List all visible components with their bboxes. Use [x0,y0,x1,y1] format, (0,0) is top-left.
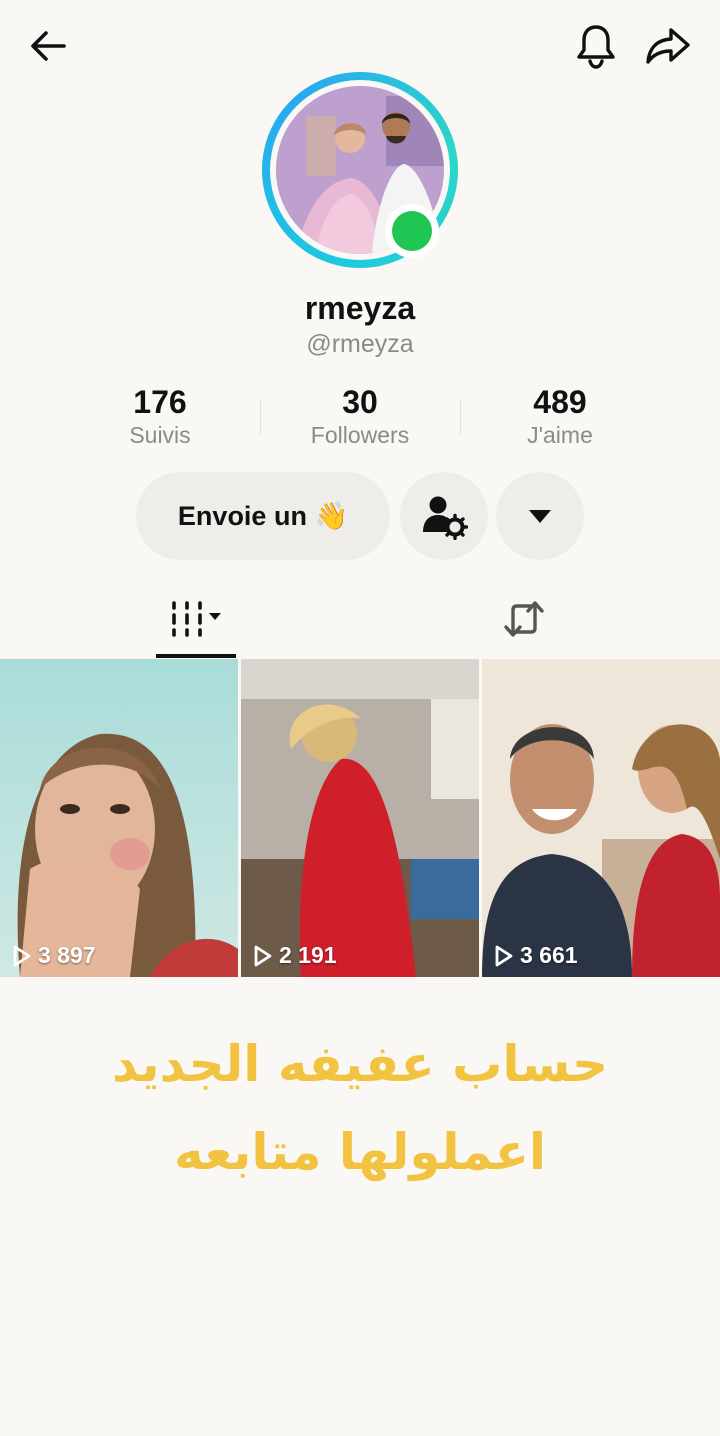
share-button[interactable] [640,18,696,74]
overlay-caption: حساب عفيفه الجديد اعملولها متابعه [111,1035,609,1181]
view-count-text: 3 661 [520,942,578,968]
view-count-text: 3 897 [38,942,96,968]
add-friend-settings-button[interactable] [400,472,488,560]
tab-videos[interactable] [156,580,236,658]
play-icon [495,945,513,966]
send-wave-button[interactable]: Envoie un 👋 [136,472,390,560]
view-count: 2 191 [253,942,337,969]
tab-reposts[interactable] [484,580,564,658]
view-count: 3 897 [12,942,96,969]
active-tab-indicator [156,654,236,658]
notifications-button[interactable] [568,18,624,74]
arrow-left-icon [31,31,66,61]
back-button[interactable] [20,18,76,74]
online-status-indicator [385,204,439,258]
stat-value: 489 [533,384,587,420]
repost-icon [504,601,544,637]
bell-icon [577,25,615,69]
profile-display-name: rmeyza [304,290,416,326]
video-grid-icon [172,601,221,637]
view-count-text: 2 191 [279,942,337,968]
video-grid: 3 897 2 191 3 661 [0,659,720,977]
caret-down-icon [529,510,551,523]
play-icon [254,945,272,966]
stat-label: Suivis [129,422,191,448]
stat-value: 176 [133,384,187,420]
video-thumbnail[interactable]: 3 897 [0,659,238,977]
stat-likes[interactable]: 489 J'aime [460,384,660,449]
view-count: 3 661 [494,942,578,969]
video-thumbnail[interactable]: 3 661 [482,659,720,977]
profile-handle: @rmeyza [306,330,414,358]
profile-stats: 176 Suivis 30 Followers 489 J'aime [60,384,660,449]
more-options-button[interactable] [496,472,584,560]
stat-label: J'aime [527,422,593,448]
profile-tabs [0,580,720,658]
play-icon [13,945,31,966]
stat-value: 30 [342,384,378,420]
share-arrow-icon [646,28,690,64]
person-gear-icon [423,496,468,540]
profile-actions: Envoie un 👋 [0,472,720,560]
video-thumbnail[interactable]: 2 191 [241,659,479,977]
stat-followers[interactable]: 30 Followers [260,384,460,449]
stat-following[interactable]: 176 Suivis [60,384,260,449]
stat-label: Followers [310,422,410,448]
